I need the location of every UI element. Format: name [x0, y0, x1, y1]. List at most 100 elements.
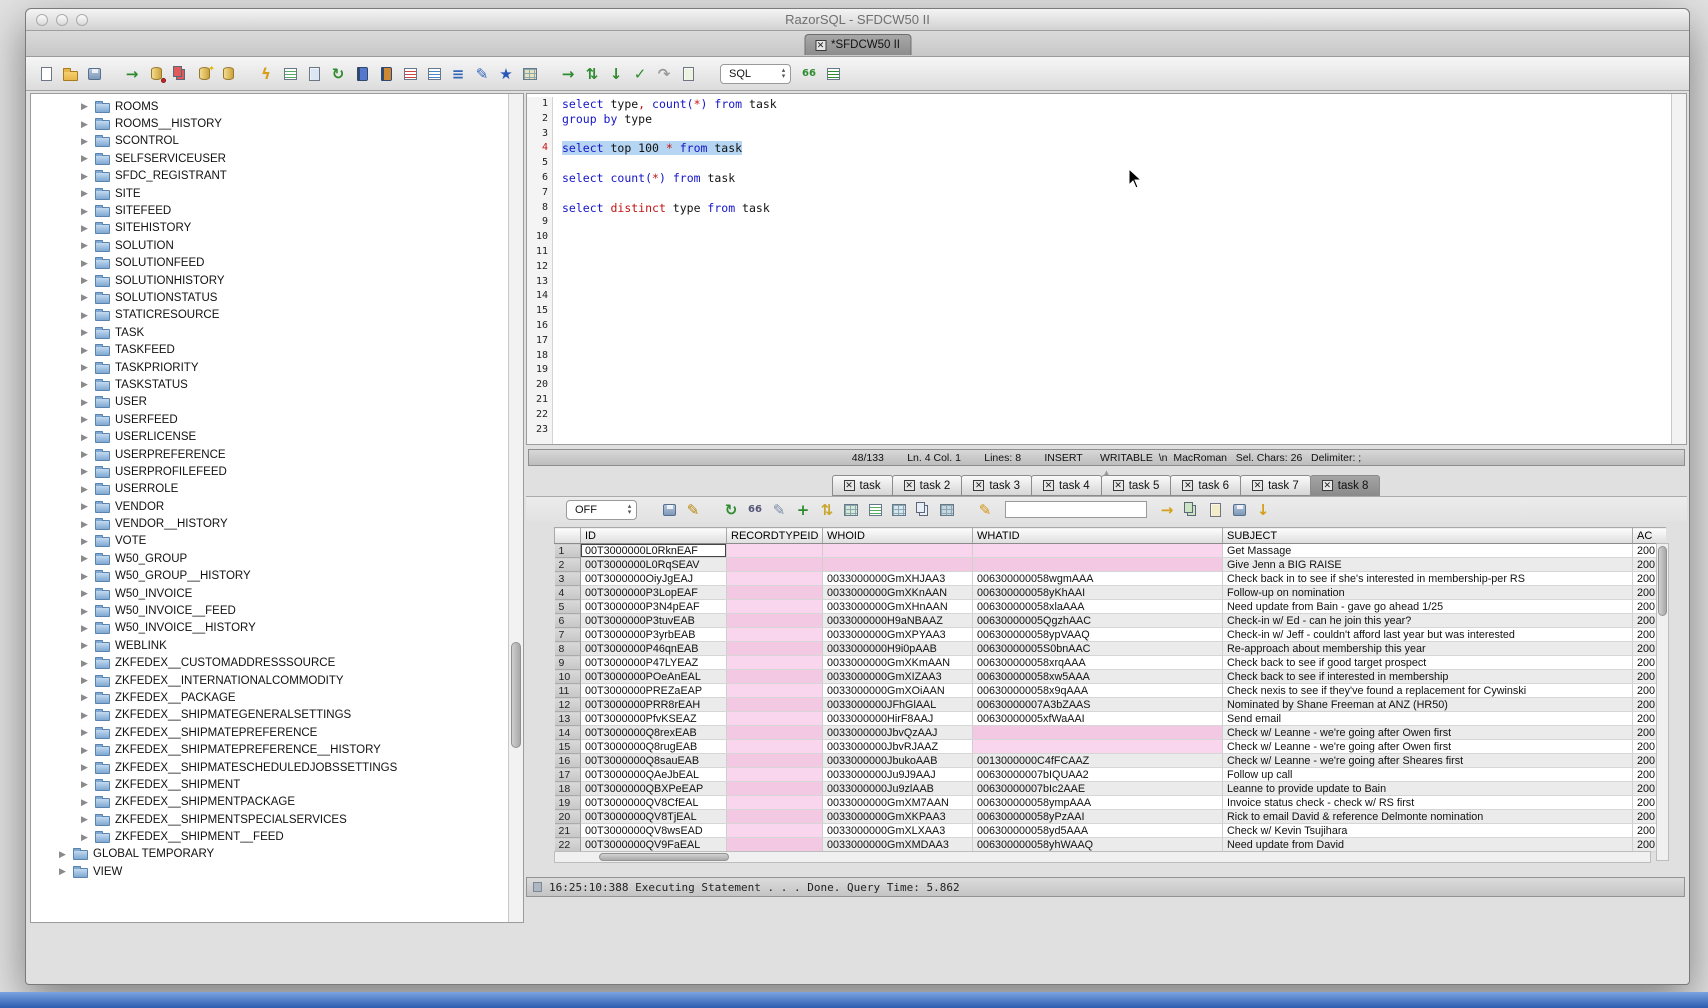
disclosure-triangle-icon[interactable]: ▶ — [81, 432, 90, 443]
table-cell-id[interactable]: 00T3000000QAeJbEAL — [581, 768, 727, 782]
table-cell-whatid[interactable]: 006300000058xw5AAA — [973, 670, 1223, 684]
table-cell-recordtypeid[interactable] — [727, 600, 823, 614]
table-cell-recordtypeid[interactable] — [727, 684, 823, 698]
list-red-icon[interactable] — [399, 63, 421, 85]
tree-item[interactable]: ▶ZKFEDEX__SHIPMATEGENERALSETTINGS — [31, 707, 508, 724]
disclosure-triangle-icon[interactable]: ▶ — [81, 345, 90, 356]
table-cell-recordtypeid[interactable] — [727, 558, 823, 572]
tree-item[interactable]: ▶ZKFEDEX__SHIPMENTSPECIALSERVICES — [31, 811, 508, 828]
code-line[interactable]: group by type — [562, 112, 1670, 127]
table-corner-header[interactable] — [555, 528, 581, 544]
results-list-icon[interactable] — [822, 63, 844, 85]
table-cell-whatid[interactable]: 00630000005S0bnAAC — [973, 642, 1223, 656]
tree-item[interactable]: ▶SCONTROL — [31, 133, 508, 150]
table-row[interactable]: 500T3000000P3N4pEAF0033000000GmXHnAAN006… — [555, 600, 1667, 614]
table-cell-id[interactable]: 00T3000000QV9FaEAL — [581, 838, 727, 852]
v-scrollbar-thumb[interactable] — [1658, 546, 1667, 616]
table-cell-id[interactable]: 00T3000000Q8sauEAB — [581, 754, 727, 768]
result-tab[interactable]: ✕task 3 — [961, 475, 1032, 496]
code-line[interactable]: select type, count(*) from task — [562, 97, 1670, 112]
code-line[interactable] — [562, 334, 1670, 349]
disclosure-triangle-icon[interactable]: ▶ — [81, 362, 90, 373]
table-cell-whoid[interactable]: 0033000000JbvQzAAJ — [823, 726, 973, 740]
table-cell-subject[interactable]: Check back to see if good target prospec… — [1223, 656, 1633, 670]
disclosure-triangle-icon[interactable]: ▶ — [81, 275, 90, 286]
tree-item[interactable]: ▶W50_INVOICE — [31, 585, 508, 602]
tree-item[interactable]: ▶ROOMS — [31, 98, 508, 115]
row-number-cell[interactable]: 15 — [555, 740, 581, 754]
row-number-cell[interactable]: 11 — [555, 684, 581, 698]
highlight-pen-icon[interactable]: ✎ — [974, 499, 996, 521]
code-line[interactable] — [562, 245, 1670, 260]
row-number-cell[interactable]: 17 — [555, 768, 581, 782]
copy-results-icon[interactable] — [912, 499, 934, 521]
table-cell-subject[interactable]: Check w/ Kevin Tsujihara — [1223, 824, 1633, 838]
table-cell-whatid[interactable]: 006300000058yd5AAA — [973, 824, 1223, 838]
format-glasses-icon[interactable]: 66 — [798, 63, 820, 85]
table-cell-id[interactable]: 00T3000000QV8wsEAD — [581, 824, 727, 838]
tree-item[interactable]: ▶GLOBAL TEMPORARY — [31, 846, 508, 863]
table-cell-id[interactable]: 00T3000000P3LopEAF — [581, 586, 727, 600]
disclosure-triangle-icon[interactable]: ▶ — [81, 136, 90, 147]
execute-icon[interactable]: → — [557, 63, 579, 85]
table-row[interactable]: 300T3000000OiyJgEAJ0033000000GmXHJAA3006… — [555, 572, 1667, 586]
title-bar[interactable]: RazorSQL - SFDCW50 II — [26, 9, 1689, 31]
row-number-cell[interactable]: 21 — [555, 824, 581, 838]
table-cell-whoid[interactable]: 0033000000Ju9J9AAJ — [823, 768, 973, 782]
tree-item[interactable]: ▶ROOMS__HISTORY — [31, 115, 508, 132]
table-cell-id[interactable]: 00T3000000PRR8rEAH — [581, 698, 727, 712]
code-line[interactable] — [562, 423, 1670, 438]
table-cell-recordtypeid[interactable] — [727, 726, 823, 740]
table-cell-recordtypeid[interactable] — [727, 796, 823, 810]
disclosure-triangle-icon[interactable]: ▶ — [81, 658, 90, 669]
table-cell-id[interactable]: 00T3000000P3tuvEAB — [581, 614, 727, 628]
tree-item[interactable]: ▶STATICRESOURCE — [31, 307, 508, 324]
tree-item[interactable]: ▶W50_GROUP__HISTORY — [31, 568, 508, 585]
table-cell-recordtypeid[interactable] — [727, 712, 823, 726]
table-cell-id[interactable]: 00T3000000P3yrbEAB — [581, 628, 727, 642]
table-row[interactable]: 600T3000000P3tuvEAB0033000000H9aNBAAZ006… — [555, 614, 1667, 628]
column-header[interactable]: ID — [581, 528, 727, 544]
disclosure-triangle-icon[interactable]: ▶ — [81, 762, 90, 773]
code-line[interactable] — [562, 186, 1670, 201]
disclosure-triangle-icon[interactable]: ▶ — [81, 292, 90, 303]
table-cell-id[interactable]: 00T3000000PREZaEAP — [581, 684, 727, 698]
stepper-arrows-icon[interactable]: ▴▾ — [777, 65, 790, 83]
table-cell-recordtypeid[interactable] — [727, 754, 823, 768]
table-star-icon[interactable] — [519, 63, 541, 85]
table-cell-id[interactable]: 00T3000000L0RqSEAV — [581, 558, 727, 572]
save-icon[interactable] — [83, 63, 105, 85]
table-cell-recordtypeid[interactable] — [727, 614, 823, 628]
table-cell-recordtypeid[interactable] — [727, 572, 823, 586]
tree-item[interactable]: ▶SITEHISTORY — [31, 220, 508, 237]
disclosure-triangle-icon[interactable]: ▶ — [81, 171, 90, 182]
table-cell-recordtypeid[interactable] — [727, 628, 823, 642]
history-icon[interactable] — [677, 63, 699, 85]
notes-icon[interactable] — [1204, 499, 1226, 521]
tree-item[interactable]: ▶VENDOR — [31, 498, 508, 515]
table-cell-recordtypeid[interactable] — [727, 656, 823, 670]
table-cell-whatid[interactable]: 0013000000C4fFCAAZ — [973, 754, 1223, 768]
filter-sort-icon[interactable]: ✎ — [682, 499, 704, 521]
code-line[interactable] — [562, 319, 1670, 334]
table-cell-whatid[interactable]: 006300000058yKhAAI — [973, 586, 1223, 600]
code-line[interactable] — [562, 156, 1670, 171]
table-cell-id[interactable]: 00T3000000Q8rugEAB — [581, 740, 727, 754]
sql-code-area[interactable]: select type, count(*) from taskgroup by … — [554, 97, 1670, 444]
table-cell-id[interactable]: 00T3000000POeAnEAL — [581, 670, 727, 684]
disclosure-triangle-icon[interactable]: ▶ — [81, 449, 90, 460]
code-line[interactable] — [562, 408, 1670, 423]
column-header[interactable]: AC — [1633, 528, 1667, 544]
code-line[interactable] — [562, 363, 1670, 378]
table-cell-subject[interactable]: Check nexis to see if they've found a re… — [1223, 684, 1633, 698]
row-number-cell[interactable]: 14 — [555, 726, 581, 740]
bolt-icon[interactable]: ϟ — [255, 63, 277, 85]
tree-item[interactable]: ▶TASKFEED — [31, 341, 508, 358]
row-number-cell[interactable]: 7 — [555, 628, 581, 642]
sort-list-icon[interactable] — [423, 63, 445, 85]
column-header[interactable]: RECORDTYPEID — [727, 528, 823, 544]
row-number-cell[interactable]: 4 — [555, 586, 581, 600]
row-number-cell[interactable]: 20 — [555, 810, 581, 824]
tree-item[interactable]: ▶ZKFEDEX__SHIPMENTPACKAGE — [31, 794, 508, 811]
table-cell-whatid[interactable]: 006300000058xlaAAA — [973, 600, 1223, 614]
